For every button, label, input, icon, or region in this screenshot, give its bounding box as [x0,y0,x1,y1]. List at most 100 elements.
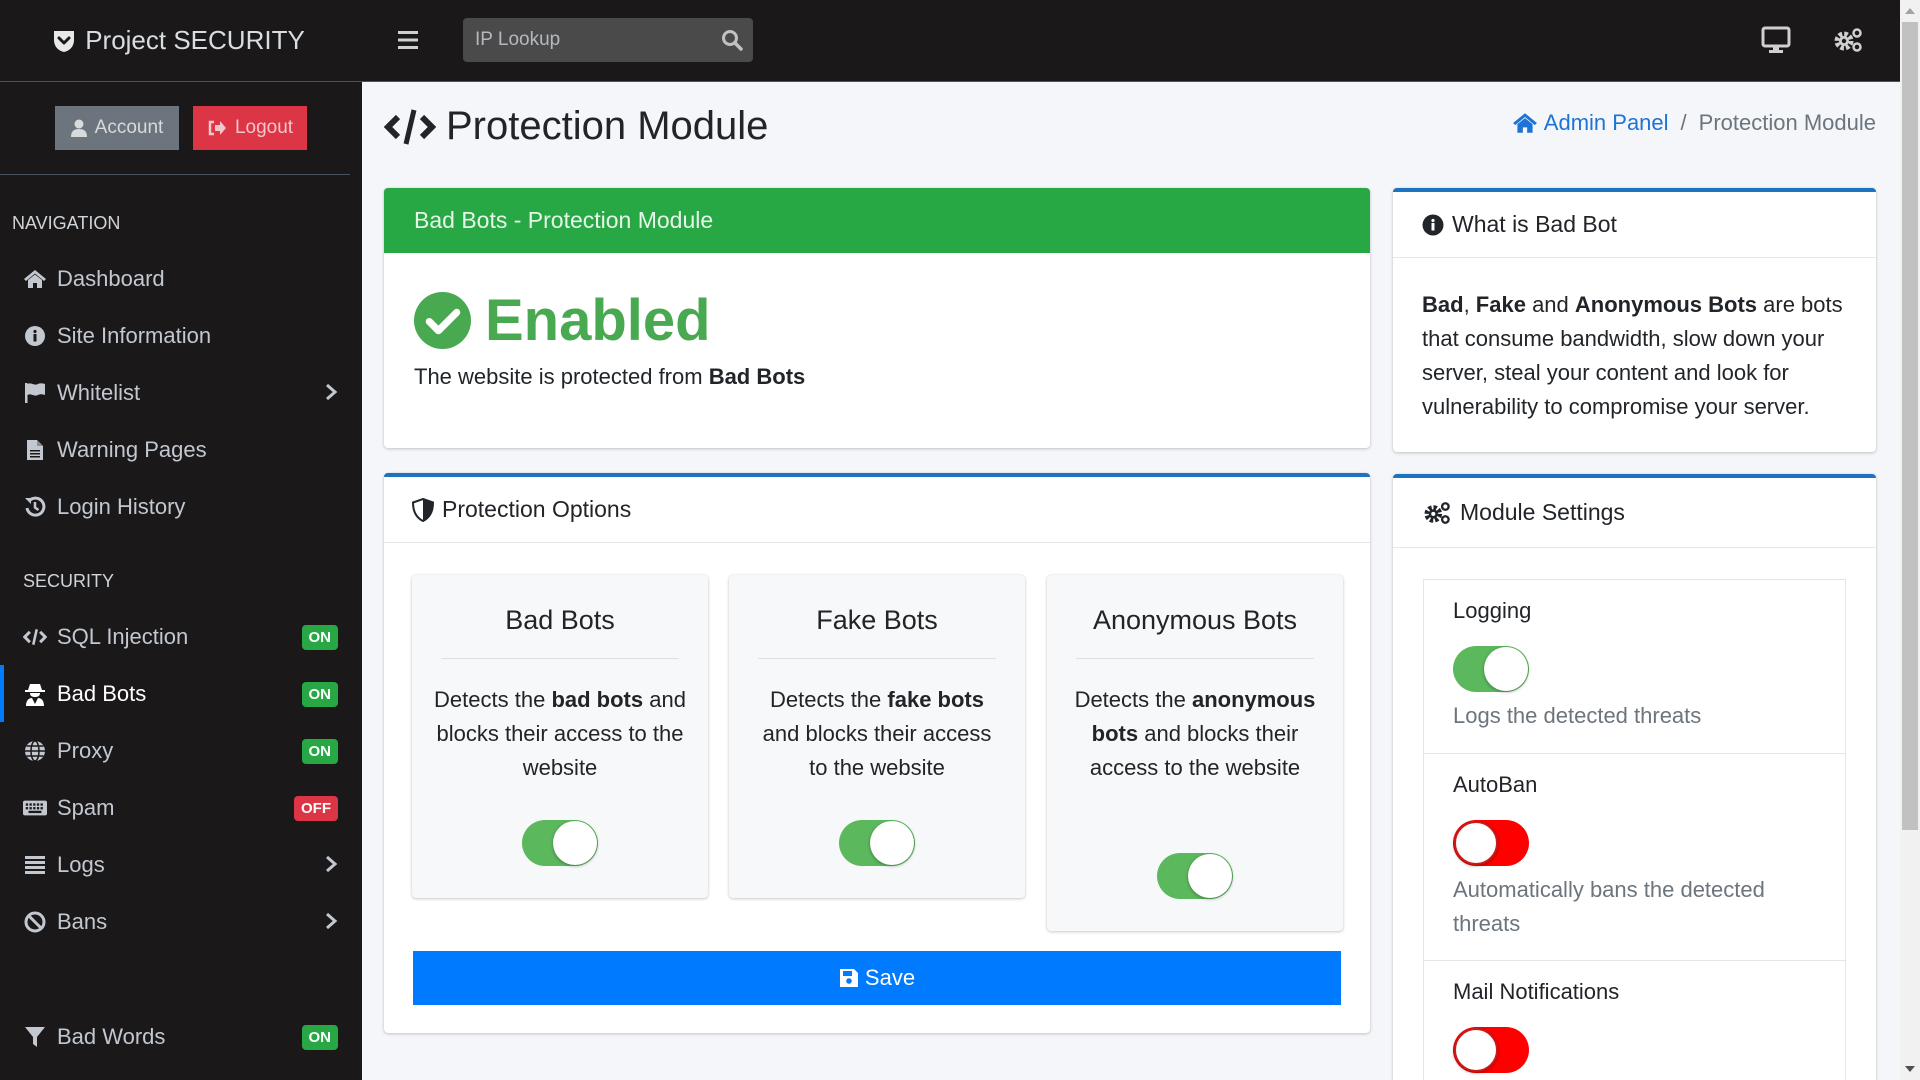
status-enabled: Enabled [414,287,1370,354]
nav-header-security: SECURITY [23,570,115,591]
protection-options-card: Protection Options Bad Bots Detects the … [384,473,1370,1033]
module-settings-header: Module Settings [1393,478,1876,548]
option-description: Detects the anonymous bots and blocks th… [1074,687,1316,780]
sidebar-item-label: Bad Words [57,1023,166,1049]
sidebar-item-sql-injection[interactable]: SQL Injection ON [0,608,362,665]
breadcrumb-current: Protection Module [1698,110,1876,135]
chevron-right-icon [326,912,338,930]
option-anonymous-bots: Anonymous Bots Detects the anonymous bot… [1047,575,1343,931]
logging-toggle[interactable] [1453,646,1529,692]
chevron-right-icon [326,383,338,401]
shield-logo-icon [54,30,75,52]
fake-bots-toggle[interactable] [839,820,915,866]
user-secret-icon [23,682,47,706]
sidebar-item-label: Site Information [57,322,212,348]
ban-icon [23,910,47,934]
keyboard-icon [23,796,47,820]
scroll-down-arrow-icon[interactable] [1905,1066,1915,1072]
user-icon [70,119,87,137]
nav-list: Dashboard Site Information Whitelist War… [0,250,362,535]
info-circle-icon [23,324,47,348]
page-scrollbar[interactable] [1900,0,1920,1080]
flag-icon [23,381,47,405]
option-title: Bad Bots [505,605,615,635]
status-card: Bad Bots - Protection Module Enabled The… [384,188,1370,448]
what-is-bad-bot-card: What is Bad Bot Bad, Fake and Anonymous … [1393,188,1876,452]
code-icon [23,625,47,649]
info-card-header: What is Bad Bot [1393,192,1876,258]
file-icon [23,438,47,462]
option-title: Fake Bots [816,605,938,635]
setting-description: Logs the detected threats [1453,703,1702,728]
setting-name: AutoBan [1453,772,1538,797]
settings-gears-icon[interactable] [1833,26,1863,54]
breadcrumb-admin-panel[interactable]: Admin Panel [1512,110,1669,136]
sidebar-item-label: Bans [57,908,108,934]
home-icon [1512,113,1537,133]
extra-list: Bad Words ON [0,1008,362,1065]
option-description: Detects the bad bots and blocks their ac… [434,687,686,780]
logout-button[interactable]: Logout [193,106,307,150]
desktop-icon[interactable] [1761,26,1791,54]
sidebar-item-bad-words[interactable]: Bad Words ON [0,1008,362,1065]
sidebar-item-login-history[interactable]: Login History [0,478,362,535]
status-badge: ON [301,625,338,650]
breadcrumb-separator: / [1680,110,1687,135]
brand[interactable]: Project SECURITY [0,0,362,82]
setting-logging: Logging Logs the detected threats [1424,580,1845,754]
sidebar-item-label: Bad Bots [57,680,147,706]
sidebar-item-label: Warning Pages [57,436,207,462]
account-button[interactable]: Account [55,106,179,150]
scroll-up-arrow-icon[interactable] [1905,8,1915,14]
status-description: The website is protected from Bad Bots [414,364,806,389]
status-badge: ON [301,682,338,707]
sign-out-icon [208,120,226,136]
ip-lookup-input[interactable] [463,29,703,51]
setting-mail-notifications: Mail Notifications [1424,961,1845,1080]
ip-lookup-search [463,18,753,62]
setting-autoban: AutoBan Automatically bans the detected … [1424,754,1845,961]
brand-name: Project SECURITY [85,25,305,55]
globe-icon [23,739,47,763]
sidebar-item-proxy[interactable]: Proxy ON [0,722,362,779]
topbar [362,0,1900,82]
sidebar-item-label: Login History [57,493,186,519]
code-icon [384,108,436,145]
sidebar-item-label: Proxy [57,737,114,763]
logout-label: Logout [234,117,294,138]
list-icon [23,853,47,877]
save-icon [839,969,858,987]
info-description: Bad, Fake and Anonymous Bots are bots th… [1422,292,1843,419]
sidebar-item-site-information[interactable]: Site Information [0,307,362,364]
filter-icon [23,1025,47,1049]
sidebar-item-logs[interactable]: Logs [0,836,362,893]
sidebar-item-warning-pages[interactable]: Warning Pages [0,421,362,478]
status-text-enabled: Enabled [485,288,711,353]
sidebar: Project SECURITY Account Logout NAVIGATI… [0,0,362,1080]
account-label: Account [94,117,164,138]
anonymous-bots-toggle[interactable] [1157,853,1233,899]
shield-icon [412,497,434,522]
sidebar-item-bans[interactable]: Bans [0,893,362,950]
home-icon [23,267,47,291]
autoban-toggle[interactable] [1453,820,1529,866]
security-list: SQL Injection ON Bad Bots ON Proxy ON Sp… [0,608,362,950]
status-badge: OFF [294,796,338,821]
sidebar-item-dashboard[interactable]: Dashboard [0,250,362,307]
mail-notifications-toggle[interactable] [1453,1027,1529,1073]
scrollbar-thumb[interactable] [1902,22,1918,830]
search-icon[interactable] [721,29,743,51]
page-title-text: Protection Module [446,104,769,148]
sidebar-item-bad-bots[interactable]: Bad Bots ON [0,665,362,722]
hamburger-menu-icon[interactable] [396,28,420,52]
settings-gears-icon [1424,501,1450,524]
bad-bots-toggle[interactable] [522,820,598,866]
info-circle-icon [1422,214,1444,235]
settings-list: Logging Logs the detected threats AutoBa… [1423,579,1846,1080]
save-button[interactable]: Save [413,951,1341,1005]
sidebar-item-spam[interactable]: Spam OFF [0,779,362,836]
sidebar-item-label: Logs [57,851,105,877]
breadcrumb: Admin Panel / Protection Module [1512,110,1876,136]
sidebar-item-whitelist[interactable]: Whitelist [0,364,362,421]
status-card-header: Bad Bots - Protection Module [384,188,1370,253]
